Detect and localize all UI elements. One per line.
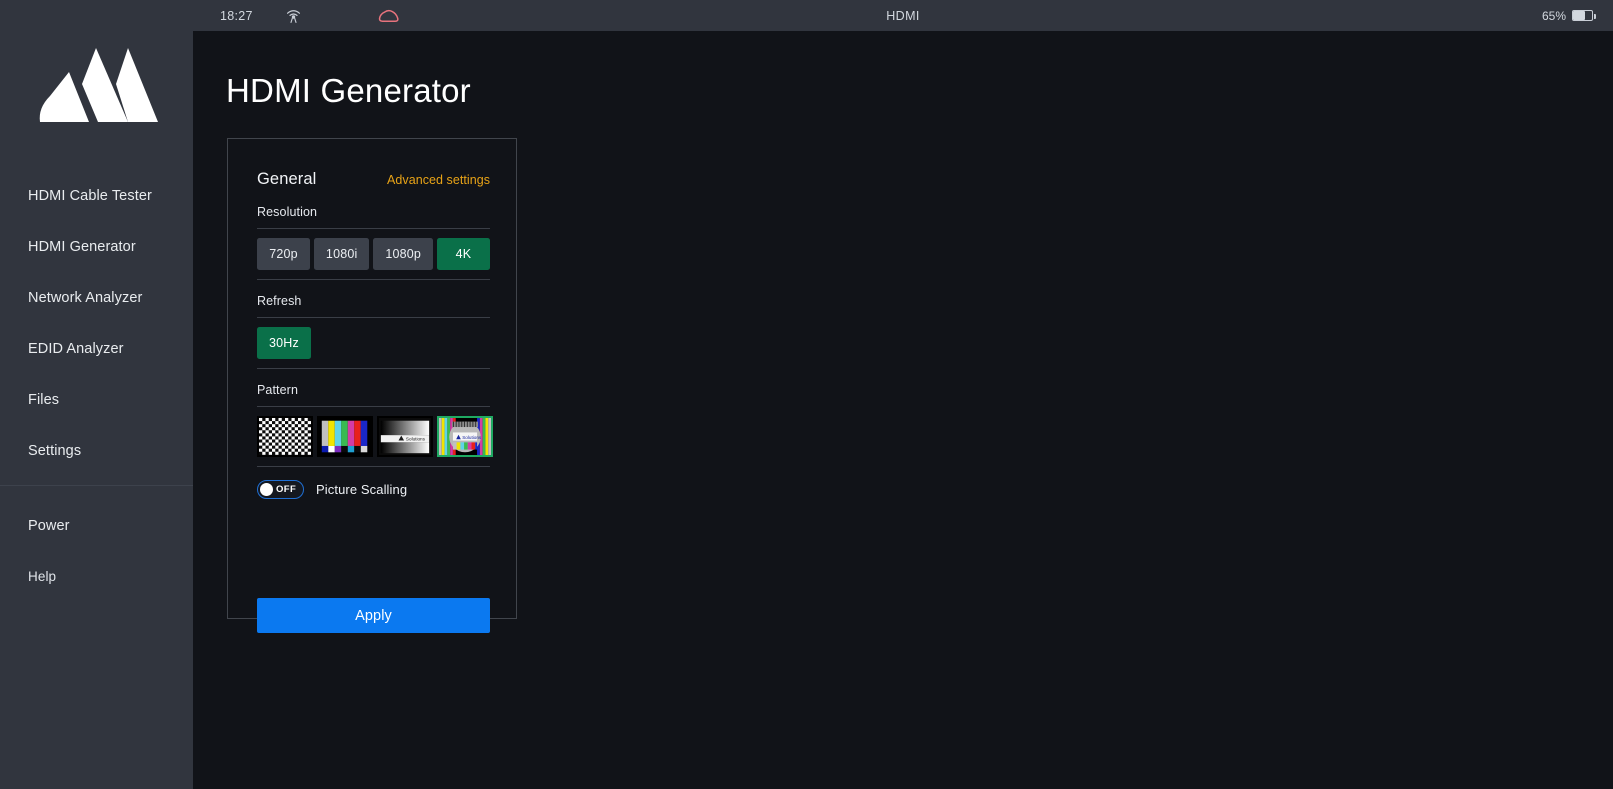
- sidebar: HDMI Cable Tester HDMI Generator Network…: [0, 0, 193, 789]
- color-bars-pattern-thumbnail[interactable]: [317, 416, 373, 457]
- app-logo: [0, 0, 193, 170]
- battery-indicator: 65%: [1541, 0, 1596, 31]
- sidebar-item-label: Help: [28, 569, 57, 584]
- sidebar-item-settings[interactable]: Settings: [0, 425, 193, 476]
- sidebar-item-label: HDMI Generator: [28, 238, 136, 255]
- test-circle-pattern-thumbnail[interactable]: Solutions: [437, 416, 493, 457]
- sidebar-item-help[interactable]: Help: [0, 551, 193, 602]
- sidebar-item-label: Power: [28, 517, 70, 534]
- refresh-label: Refresh: [257, 294, 302, 308]
- card-header: General Advanced settings: [257, 170, 490, 189]
- battery-fill: [1573, 11, 1586, 20]
- battery-percent-text: 65%: [1541, 8, 1566, 23]
- resolution-option-1080i[interactable]: 1080i: [314, 238, 370, 270]
- sidebar-item-label: Network Analyzer: [28, 289, 143, 306]
- status-bar-mode-label: HDMI: [193, 0, 1613, 31]
- sidebar-item-network-analyzer[interactable]: Network Analyzer: [0, 272, 193, 323]
- resolution-option-720p[interactable]: 720p: [257, 238, 310, 270]
- sidebar-item-hdmi-cable-tester[interactable]: HDMI Cable Tester: [0, 170, 193, 221]
- resolution-option-1080p[interactable]: 1080p: [373, 238, 433, 270]
- divider: [257, 368, 490, 369]
- advanced-settings-link[interactable]: Advanced settings: [387, 173, 490, 187]
- pattern-label: Pattern: [257, 383, 299, 397]
- picture-scaling-toggle[interactable]: OFF: [257, 480, 304, 499]
- refresh-option-30hz[interactable]: 30Hz: [257, 327, 311, 359]
- status-bar: 18:27 HDMI 65%: [193, 0, 1613, 31]
- sidebar-footer-nav: Power Help: [0, 500, 193, 602]
- sidebar-item-label: HDMI Cable Tester: [28, 187, 152, 204]
- picture-scaling-row: OFF Picture Scalling: [257, 467, 490, 499]
- resolution-option-4k[interactable]: 4K: [437, 238, 490, 270]
- divider: [257, 279, 490, 280]
- sidebar-item-label: EDID Analyzer: [28, 340, 124, 357]
- grayscale-ramp-pattern-thumbnail[interactable]: Solutions: [377, 416, 433, 457]
- toggle-state-label: OFF: [276, 484, 297, 495]
- sidebar-item-label: Settings: [28, 442, 82, 459]
- mountain-logo-icon: [36, 46, 158, 124]
- app-root: HDMI Cable Tester HDMI Generator Network…: [0, 0, 1613, 789]
- sidebar-nav: HDMI Cable Tester HDMI Generator Network…: [0, 170, 193, 476]
- battery-icon: [1572, 10, 1596, 21]
- svg-text:Solutions: Solutions: [462, 435, 482, 440]
- resolution-label: Resolution: [257, 205, 318, 219]
- toggle-knob: [260, 483, 273, 496]
- sidebar-item-power[interactable]: Power: [0, 500, 193, 551]
- resolution-options: 720p 1080i 1080p 4K: [257, 229, 490, 279]
- mode-text: HDMI: [886, 8, 920, 23]
- sidebar-item-edid-analyzer[interactable]: EDID Analyzer: [0, 323, 193, 374]
- sidebar-item-files[interactable]: Files: [0, 374, 193, 425]
- sidebar-item-hdmi-generator[interactable]: HDMI Generator: [0, 221, 193, 272]
- svg-text:Solutions: Solutions: [406, 437, 426, 442]
- refresh-options: 30Hz: [257, 318, 490, 368]
- main-content: HDMI Generator General Advanced settings…: [193, 31, 1613, 789]
- card-title: General: [257, 170, 317, 188]
- page-title: HDMI Generator: [226, 72, 471, 109]
- general-settings-card: General Advanced settings Resolution 720…: [227, 138, 517, 633]
- pattern-options: Solutions Solutions: [257, 407, 493, 466]
- picture-scaling-label: Picture Scalling: [316, 482, 408, 497]
- checkerboard-pattern-thumbnail[interactable]: [257, 416, 313, 457]
- apply-button[interactable]: Apply: [257, 598, 490, 633]
- sidebar-item-label: Files: [28, 391, 60, 408]
